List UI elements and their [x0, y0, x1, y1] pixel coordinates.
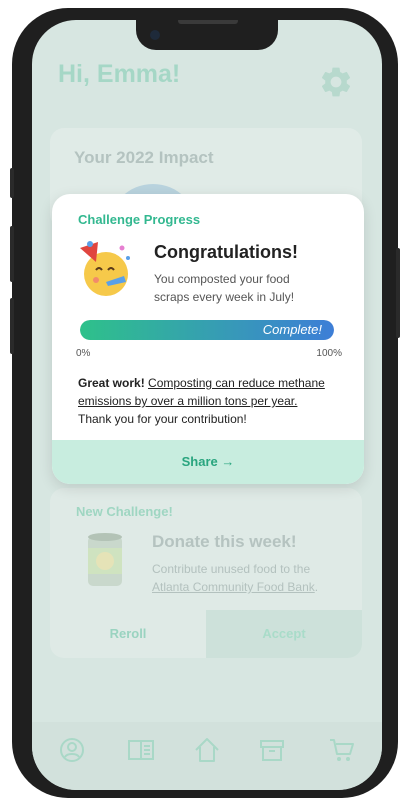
impact-title: Your 2022 Impact	[74, 148, 214, 167]
gear-icon[interactable]	[318, 64, 354, 100]
share-button[interactable]: Share →	[52, 440, 364, 484]
journal-icon[interactable]	[127, 736, 155, 764]
app-screen: Hi, Emma! Your 2022 Impact New Challenge…	[32, 20, 382, 790]
party-face-icon	[80, 241, 130, 296]
great-work-label: Great work!	[78, 376, 145, 390]
notch	[136, 20, 278, 50]
profile-icon[interactable]	[58, 736, 86, 764]
food-bank-link[interactable]: Atlanta Community Food Bank	[152, 580, 315, 594]
archive-icon[interactable]	[258, 736, 286, 764]
modal-message: You composted your food scraps every wee…	[154, 272, 295, 304]
challenge-description-suffix: .	[314, 580, 319, 594]
volume-down-button	[10, 298, 14, 354]
progress-label: Complete!	[262, 322, 322, 337]
modal-header: Challenge Progress	[78, 212, 201, 227]
progress-min-label: 0%	[76, 348, 91, 359]
challenge-description: Contribute unused food to the Atlanta Co…	[152, 560, 342, 596]
home-icon[interactable]	[193, 736, 221, 764]
greeting-text: Hi, Emma!	[58, 60, 181, 88]
volume-up-button	[10, 226, 14, 282]
challenge-description-text: Contribute unused food to the	[152, 562, 311, 576]
power-button	[396, 248, 400, 338]
share-label: Share →	[181, 454, 235, 469]
mute-switch	[10, 168, 14, 198]
accept-button[interactable]: Accept	[206, 610, 362, 658]
challenge-title: Donate this week!	[152, 532, 297, 551]
camera-icon	[150, 30, 160, 40]
cart-icon[interactable]	[328, 736, 356, 764]
modal-title: Congratulations!	[154, 242, 298, 262]
progress-max-label: 100%	[316, 348, 342, 359]
tab-bar	[32, 722, 382, 790]
progress-bar: Complete!	[80, 320, 334, 340]
canned-food-icon	[88, 533, 122, 586]
challenge-progress-modal: Challenge Progress Congratulations! You …	[52, 194, 364, 484]
new-challenge-card: New Challenge! Donate this week! Contrib…	[50, 488, 362, 658]
speaker-grille	[178, 20, 238, 24]
challenge-label: New Challenge!	[76, 504, 173, 519]
modal-body: Great work! Composting can reduce methan…	[78, 374, 346, 428]
reroll-button[interactable]: Reroll	[50, 610, 206, 658]
thanks-text: Thank you for your contribution!	[78, 412, 247, 426]
